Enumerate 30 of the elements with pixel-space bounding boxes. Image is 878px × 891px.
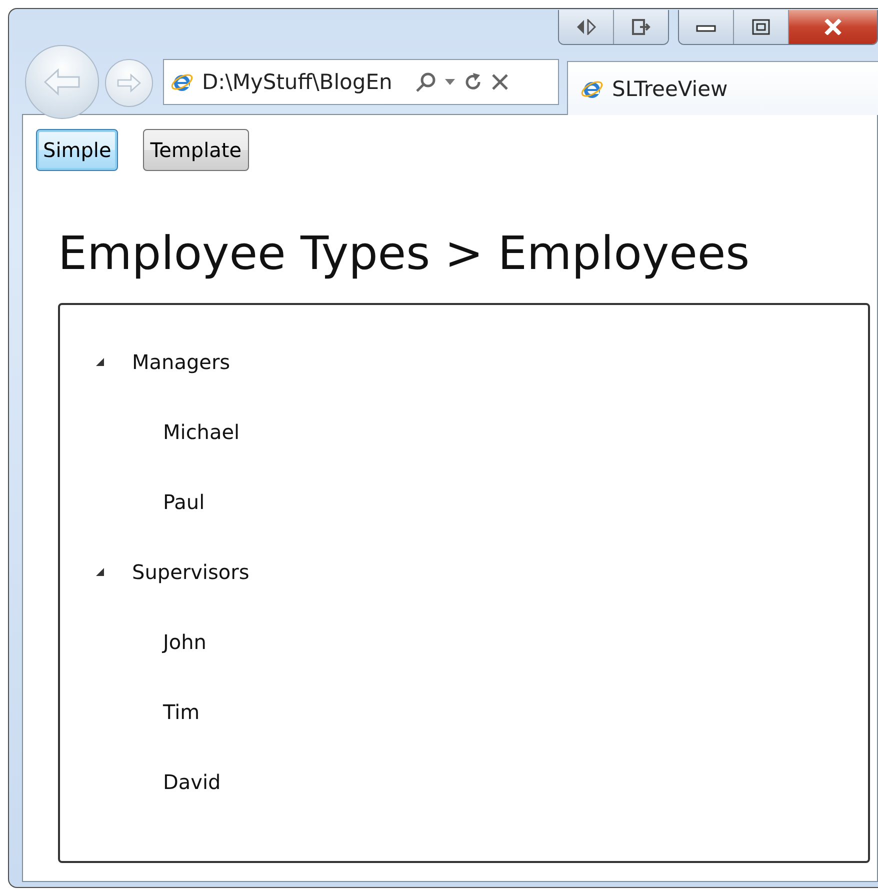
close-window-button[interactable] <box>789 10 877 44</box>
address-bar[interactable]: D:\MyStuff\BlogEn <box>163 59 559 105</box>
compatibility-view-button[interactable] <box>559 10 614 44</box>
search-icon[interactable] <box>415 71 437 93</box>
close-icon <box>823 19 843 35</box>
toggle-button[interactable]: Simple <box>36 129 118 171</box>
back-arrow-icon <box>42 67 82 97</box>
close-icon[interactable] <box>491 73 509 91</box>
tree-item[interactable]: Supervisors <box>132 560 250 584</box>
expander-icon[interactable] <box>94 566 106 578</box>
compatibility-icon <box>575 19 597 35</box>
expander-icon[interactable] <box>94 356 106 368</box>
page-icon <box>631 18 651 36</box>
maximize-button[interactable] <box>734 10 789 44</box>
browser-tab[interactable]: SLTreeView <box>567 61 878 115</box>
page-button[interactable] <box>614 10 668 44</box>
tree-item[interactable]: Tim <box>163 700 200 724</box>
toggle-button[interactable]: Template <box>143 129 249 171</box>
page-heading: Employee Types > Employees <box>58 225 750 281</box>
tree-item[interactable]: Paul <box>163 490 205 514</box>
maximize-icon <box>752 19 770 35</box>
tree-item[interactable]: Michael <box>163 420 240 444</box>
minimize-button[interactable] <box>679 10 734 44</box>
refresh-icon[interactable] <box>463 72 483 92</box>
tree-item[interactable]: John <box>163 630 206 654</box>
forward-arrow-icon <box>116 73 142 93</box>
tree-item[interactable]: Managers <box>132 350 230 374</box>
tree-item[interactable]: David <box>163 770 221 794</box>
dropdown-caret-icon[interactable] <box>445 79 455 85</box>
address-text: D:\MyStuff\BlogEn <box>202 70 394 94</box>
